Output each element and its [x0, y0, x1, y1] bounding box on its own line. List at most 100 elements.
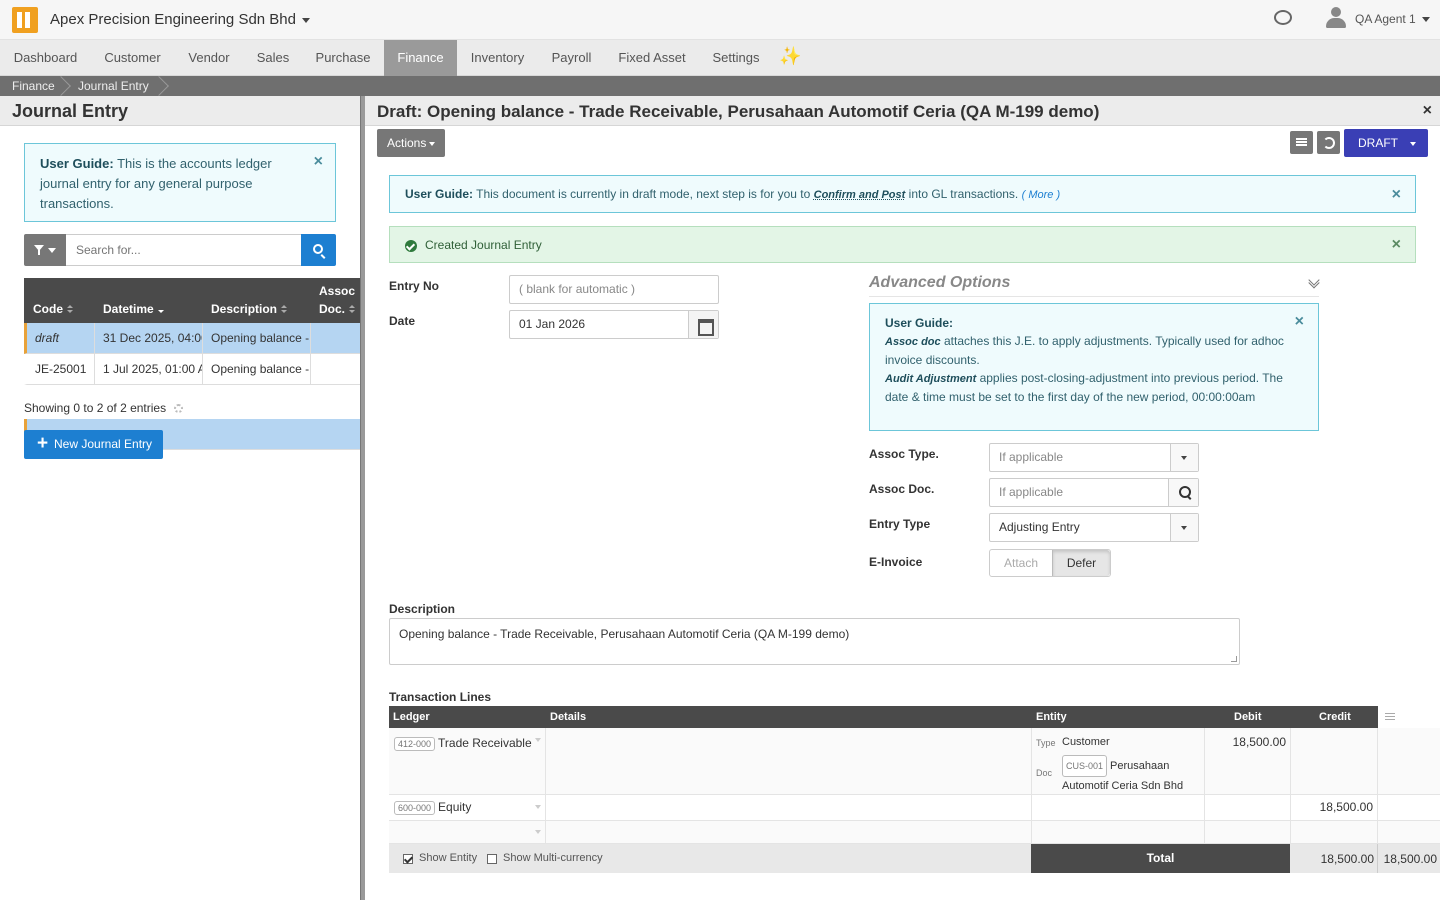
col-description[interactable]: Description — [211, 302, 288, 316]
confirm-and-post-link[interactable]: Confirm and Post — [814, 189, 906, 201]
nav-customer[interactable]: Customer — [91, 40, 174, 76]
entry-type-select[interactable]: Adjusting Entry — [989, 513, 1199, 542]
nav-inventory[interactable]: Inventory — [457, 40, 538, 76]
table-row[interactable] — [389, 821, 1440, 844]
status-draft-button[interactable]: DRAFT — [1344, 129, 1428, 157]
gear-icon[interactable] — [174, 404, 184, 414]
cell-credit[interactable] — [1291, 821, 1378, 843]
cell-assoc — [311, 354, 363, 384]
app-logo-icon[interactable] — [12, 7, 38, 33]
actions-button[interactable]: Actions — [377, 129, 445, 157]
date-input[interactable]: 01 Jan 2026 — [509, 310, 719, 339]
ledger-name: Trade Receivable — [438, 736, 532, 750]
chevron-down-icon[interactable] — [535, 738, 541, 742]
nav-finance[interactable]: Finance — [384, 40, 457, 76]
new-journal-entry-button[interactable]: New Journal Entry — [24, 429, 163, 459]
cell-entity[interactable]: Type Customer Doc CUS-001 Perusahaan Autom… — [1032, 728, 1205, 794]
cell-credit[interactable] — [1291, 728, 1378, 794]
description-label: Description — [389, 602, 456, 616]
table-row[interactable]: 600-000 Equity 18,500.00 — [389, 795, 1440, 821]
close-icon[interactable]: × — [1392, 237, 1401, 253]
cell-details[interactable] — [546, 728, 1032, 794]
assoc-type-select[interactable]: If applicable — [989, 443, 1199, 472]
cell-details[interactable] — [546, 795, 1032, 820]
sparkle-icon[interactable]: ✨ — [779, 46, 801, 67]
col-datetime[interactable]: Datetime — [103, 302, 164, 316]
table-body: draft 31 Dec 2025, 04:00 Opening balance… — [24, 323, 360, 385]
col-assoc[interactable]: Assoc — [319, 284, 355, 298]
col-code[interactable]: Code — [33, 302, 73, 316]
nav-dashboard[interactable]: Dashboard — [0, 40, 91, 76]
description-textarea[interactable]: Opening balance - Trade Receivable, Peru… — [389, 618, 1240, 665]
guide-text: This document is currently in draft mode… — [476, 187, 811, 201]
nav-fixed-asset[interactable]: Fixed Asset — [605, 40, 699, 76]
e-invoice-attach[interactable]: Attach — [990, 550, 1052, 576]
close-icon[interactable]: × — [1295, 314, 1304, 330]
chevron-down-icon[interactable] — [535, 830, 541, 834]
table-row[interactable]: JE-25001 1 Jul 2025, 01:00 A Opening bal… — [24, 354, 360, 385]
nav-sales[interactable]: Sales — [244, 40, 302, 76]
calendar-icon[interactable] — [688, 311, 718, 338]
cell-ledger[interactable]: 412-000 Trade Receivable — [389, 728, 546, 794]
show-entity-checkbox[interactable] — [403, 854, 413, 864]
close-icon[interactable]: × — [314, 154, 323, 170]
breadcrumb-finance[interactable]: Finance — [12, 76, 55, 96]
entity-code: CUS-001 — [1062, 755, 1108, 777]
cell-ledger[interactable]: 600-000 Equity — [389, 795, 546, 820]
cell-code: JE-25001 — [27, 354, 95, 384]
entry-no-input[interactable]: ( blank for automatic ) — [509, 275, 719, 304]
cell-debit[interactable]: 18,500.00 — [1205, 728, 1291, 794]
company-switcher[interactable]: Apex Precision Engineering Sdn Bhd — [50, 11, 310, 28]
cell-ledger[interactable] — [389, 821, 546, 843]
cell-details[interactable] — [546, 821, 1032, 843]
list-view-button[interactable] — [1290, 131, 1313, 154]
search-input[interactable] — [66, 234, 302, 266]
double-chevron-down-icon[interactable] — [1308, 274, 1320, 286]
nav-payroll[interactable]: Payroll — [538, 40, 605, 76]
chevron-down-icon[interactable] — [1170, 514, 1198, 541]
nav-purchase[interactable]: Purchase — [302, 40, 384, 76]
nav-settings[interactable]: Settings — [699, 40, 773, 76]
nav-vendor[interactable]: Vendor — [174, 40, 244, 76]
e-invoice-defer[interactable]: Defer — [1052, 550, 1110, 576]
search-button[interactable] — [301, 234, 336, 266]
cell-entity[interactable] — [1032, 821, 1205, 843]
show-multicurrency-label[interactable]: Show Multi-currency — [503, 852, 603, 864]
menu-icon[interactable] — [1385, 713, 1395, 714]
total-label: Total — [1031, 844, 1290, 873]
chevron-down-icon[interactable] — [1170, 444, 1198, 471]
col-ledger: Ledger — [393, 711, 430, 723]
show-multicurrency-checkbox[interactable] — [487, 854, 497, 864]
resize-handle-icon[interactable] — [1231, 656, 1237, 662]
cell-debit[interactable] — [1205, 795, 1291, 820]
assoc-doc-input[interactable]: If applicable — [989, 478, 1199, 507]
chevron-down-icon[interactable] — [535, 805, 541, 809]
journal-entry-form: Draft: Opening balance - Trade Receivabl… — [365, 96, 1440, 900]
breadcrumb-journal-entry[interactable]: Journal Entry — [78, 76, 149, 96]
show-entity-label[interactable]: Show Entity — [419, 852, 477, 864]
divider — [869, 296, 1319, 297]
filter-button[interactable] — [24, 234, 66, 266]
success-alert: Created Journal Entry × — [389, 226, 1416, 263]
col-entity: Entity — [1036, 711, 1067, 723]
guide-term: Audit Adjustment — [885, 373, 977, 385]
table-row[interactable]: draft 31 Dec 2025, 04:00 Opening balance… — [24, 323, 360, 354]
cell-debit[interactable] — [1205, 821, 1291, 843]
col-assoc-doc[interactable]: Doc. — [319, 302, 356, 316]
search-icon[interactable] — [1168, 479, 1198, 506]
more-link[interactable]: ( More ) — [1022, 189, 1061, 201]
cell-credit[interactable]: 18,500.00 — [1291, 795, 1378, 820]
advanced-options-title[interactable]: Advanced Options — [869, 274, 1010, 292]
cell-entity[interactable] — [1032, 795, 1205, 820]
history-button[interactable] — [1317, 131, 1340, 154]
main-nav: Dashboard Customer Vendor Sales Purchase… — [0, 40, 1440, 76]
sort-icon — [281, 305, 288, 314]
cell-datetime: 31 Dec 2025, 04:00 — [95, 323, 203, 353]
entry-type-value: Adjusting Entry — [999, 520, 1080, 534]
chat-icon[interactable] — [1274, 10, 1292, 25]
close-icon[interactable]: × — [1423, 102, 1432, 120]
close-icon[interactable]: × — [1392, 187, 1401, 203]
table-row[interactable]: 412-000 Trade Receivable Type Customer Do… — [389, 728, 1440, 795]
guide-text: into GL transactions. — [908, 187, 1019, 201]
description-value: Opening balance - Trade Receivable, Peru… — [399, 627, 850, 641]
